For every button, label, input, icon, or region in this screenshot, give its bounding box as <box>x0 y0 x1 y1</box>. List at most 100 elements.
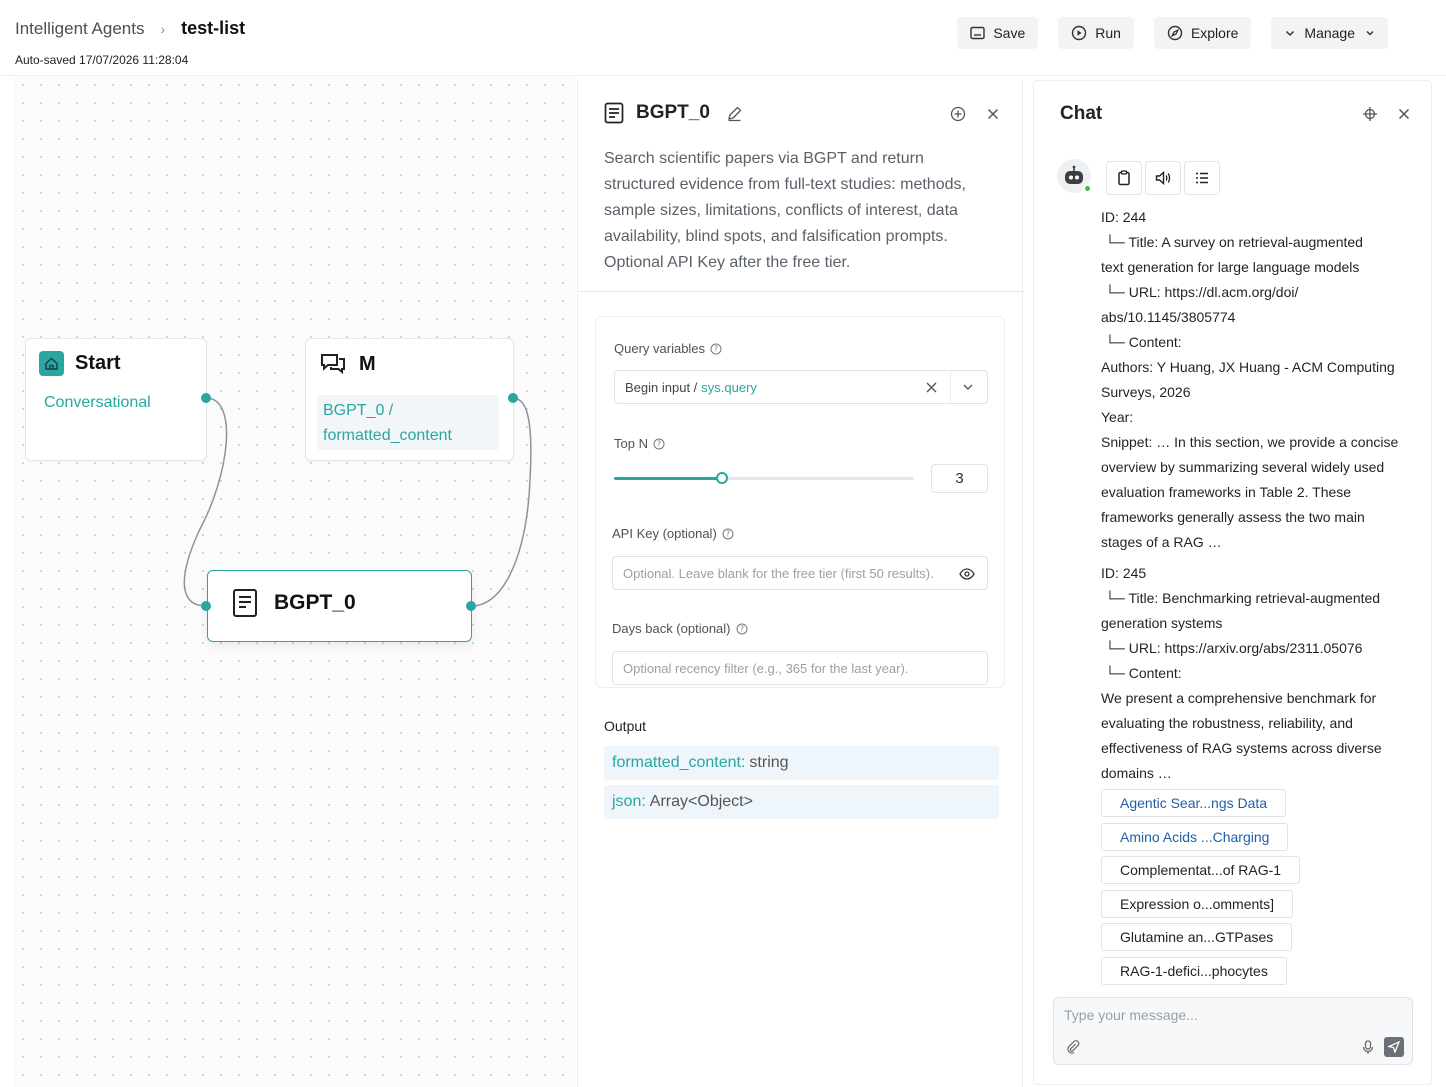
message-line: evaluation frameworks in Table 2. These <box>1101 484 1352 500</box>
top-n-input[interactable]: 3 <box>931 464 988 493</box>
message-node[interactable]: M BGPT_0 / formatted_content <box>305 338 514 461</box>
message-line: ID: 244 <box>1101 209 1147 225</box>
home-icon <box>39 351 64 376</box>
top-bar: Intelligent Agents › test-list Auto-save… <box>0 0 1446 76</box>
read-aloud-button[interactable] <box>1145 161 1181 195</box>
message-line: abs/10.1145/3805774 <box>1101 309 1236 325</box>
close-icon[interactable] <box>1398 108 1410 120</box>
reference-chip[interactable]: RAG-1-defici...phocytes <box>1101 956 1287 985</box>
play-circle-icon <box>1072 25 1087 41</box>
assistant-message: ID: 244 └─ Title: A survey on retrieval-… <box>1101 205 1411 786</box>
message-line: └─ URL: https://arxiv.org/abs/2311.05076 <box>1105 640 1363 656</box>
list-icon <box>1196 172 1208 184</box>
days-back-input[interactable]: Optional recency filter (e.g., 365 for t… <box>612 651 988 685</box>
message-node-reference: BGPT_0 / formatted_content <box>317 395 499 450</box>
send-button[interactable] <box>1384 1037 1404 1057</box>
reference-chip[interactable]: Glutamine an...GTPases <box>1101 923 1293 952</box>
list-view-button[interactable] <box>1184 161 1220 195</box>
message-line: └─ Title: Benchmarking retrieval-augment… <box>1105 590 1381 606</box>
message-line: └─ Content: <box>1105 665 1182 681</box>
output-label: Output <box>604 718 647 734</box>
message-line: └─ Title: A survey on retrieval-augmente… <box>1105 234 1363 250</box>
select-divider <box>950 371 951 403</box>
message-node-title: M <box>359 352 376 375</box>
page-title: test-list <box>181 18 246 38</box>
reference-chip-row: Amino Acids ...Charging <box>1101 822 1300 857</box>
svg-text:?: ? <box>714 344 718 353</box>
clipboard-icon <box>1118 170 1130 186</box>
top-n-slider[interactable] <box>614 472 914 484</box>
parameters-card: Query variables ? Begin input / sys.quer… <box>595 316 1005 688</box>
svg-text:?: ? <box>657 439 661 448</box>
save-button[interactable]: Save <box>957 17 1039 49</box>
explore-button[interactable]: Explore <box>1153 17 1252 49</box>
copy-button[interactable] <box>1106 161 1142 195</box>
start-output-handle[interactable] <box>201 393 211 403</box>
move-icon[interactable] <box>1362 106 1378 122</box>
reference-chip-row: Complementat...of RAG-1 <box>1101 856 1301 890</box>
online-status-dot <box>1083 184 1092 193</box>
message-line: generation systems <box>1101 615 1223 631</box>
message-line: domains … <box>1101 765 1172 781</box>
api-key-input[interactable]: Optional. Leave blank for the free tier … <box>612 556 988 590</box>
reference-chips: Agentic Sear...ngs Data Amino Acids ...Ch… <box>1101 789 1301 991</box>
help-icon: ? <box>736 623 747 634</box>
help-icon: ? <box>722 528 734 539</box>
chat-bubbles-icon <box>321 354 345 375</box>
svg-text:?: ? <box>726 529 730 538</box>
reference-chip[interactable]: Amino Acids ...Charging <box>1101 822 1289 851</box>
manage-button[interactable]: Manage <box>1271 17 1388 49</box>
edit-pencil-icon[interactable] <box>726 105 743 122</box>
reference-chip-row: RAG-1-defici...phocytes <box>1101 956 1300 991</box>
node-config-panel: BGPT_0 Search scientific papers via BGPT… <box>577 80 1024 1087</box>
api-key-label: API Key (optional) <box>612 526 717 541</box>
output-type: Array<Object> <box>649 793 753 810</box>
eye-icon[interactable] <box>959 568 975 580</box>
autosave-status: Auto-saved 17/07/2026 11:28:04 <box>15 53 189 67</box>
output-type: string <box>749 754 789 771</box>
message-composer[interactable]: Type your message... <box>1053 997 1413 1065</box>
slider-fill <box>614 477 722 480</box>
reference-chip-row: Expression o...omments] <box>1101 889 1300 924</box>
bgpt-node-title: BGPT_0 <box>274 591 356 614</box>
output-row: formatted_content: string <box>604 746 999 780</box>
bgpt-output-handle[interactable] <box>466 601 476 611</box>
chevron-down-icon[interactable] <box>962 381 974 393</box>
breadcrumb: Intelligent Agents › test-list <box>15 18 245 39</box>
message-line: frameworks generally assess the two main <box>1101 509 1365 525</box>
start-node-title: Start <box>75 352 121 374</box>
message-line: We present a comprehensive benchmark for <box>1101 690 1377 706</box>
clear-icon[interactable] <box>926 382 937 393</box>
api-key-placeholder: Optional. Leave blank for the free tier … <box>623 565 934 581</box>
breadcrumb-root[interactable]: Intelligent Agents <box>15 19 144 39</box>
workflow-canvas[interactable]: Start Conversational M BGPT_0 / formatte… <box>14 76 576 1087</box>
paperclip-icon[interactable] <box>1066 1040 1080 1054</box>
bgpt-node[interactable]: BGPT_0 <box>207 570 472 642</box>
microphone-icon[interactable] <box>1362 1040 1374 1055</box>
slider-thumb[interactable] <box>716 472 728 484</box>
close-icon[interactable] <box>987 108 999 120</box>
start-node[interactable]: Start Conversational <box>25 338 207 461</box>
bgpt-input-handle[interactable] <box>201 601 211 611</box>
reference-chip[interactable]: Agentic Sear...ngs Data <box>1101 789 1287 817</box>
message-line: effectiveness of RAG systems across dive… <box>1101 740 1382 756</box>
help-icon: ? <box>710 343 722 354</box>
reference-chip-row: Agentic Sear...ngs Data <box>1101 789 1300 823</box>
run-button[interactable]: Run <box>1058 17 1134 49</box>
send-icon <box>1388 1041 1400 1053</box>
message-line: stages of a RAG … <box>1101 534 1222 550</box>
message-input-handle[interactable] <box>508 393 518 403</box>
reference-line-1: BGPT_0 / <box>323 402 394 419</box>
save-icon <box>970 26 986 40</box>
help-icon: ? <box>653 438 665 449</box>
chat-panel: Chat ID: 244 └─ Title: A survey on retri… <box>1033 80 1432 1085</box>
reference-chip[interactable]: Complementat...of RAG-1 <box>1101 856 1301 885</box>
compass-icon <box>1167 25 1183 41</box>
message-line: Authors: Y Huang, JX Huang - ACM Computi… <box>1101 359 1395 375</box>
reference-chip[interactable]: Expression o...omments] <box>1101 889 1294 918</box>
query-variables-select[interactable]: Begin input / sys.query <box>614 370 988 404</box>
output-name: json: <box>612 793 646 810</box>
message-input[interactable]: Type your message... <box>1064 1007 1198 1023</box>
add-circle-icon[interactable] <box>950 106 966 122</box>
reference-chip-row: Glutamine an...GTPases <box>1101 923 1300 957</box>
